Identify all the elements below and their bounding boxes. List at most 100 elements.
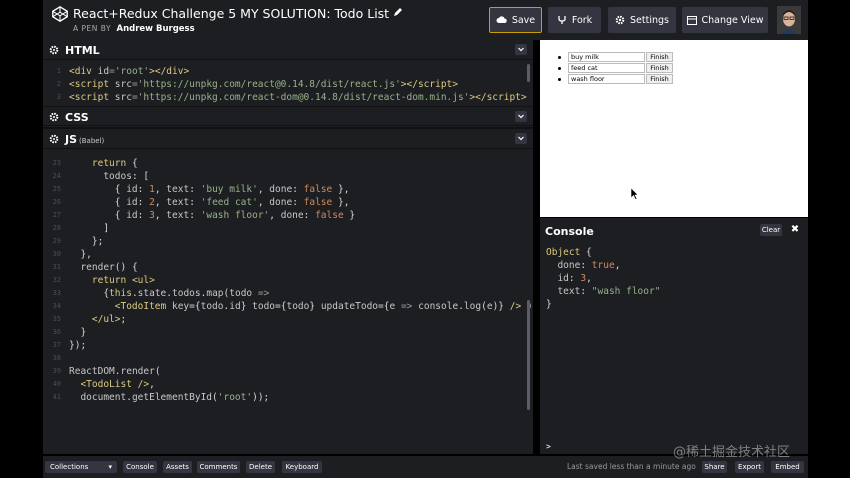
assets-button[interactable]: Assets bbox=[163, 461, 192, 473]
watermark-text: @稀土掘金技术社区 bbox=[673, 445, 791, 460]
fork-button[interactable]: Fork bbox=[548, 7, 601, 33]
keyboard-shortcuts-button[interactable]: Keyboard bbox=[282, 461, 322, 473]
console-output-line: Object { bbox=[546, 247, 592, 258]
last-saved-status: Last saved less than a minute ago bbox=[567, 462, 696, 471]
line-number: 34 bbox=[52, 302, 61, 310]
save-label: Save bbox=[511, 14, 536, 26]
html-code-area[interactable]: 1 <div id='root'></div> 2 <script src='http… bbox=[43, 60, 533, 104]
todo-text-input[interactable]: feed cat bbox=[568, 63, 645, 73]
line-number: 32 bbox=[52, 276, 61, 284]
collections-label: Collections bbox=[50, 463, 89, 471]
delete-button[interactable]: Delete bbox=[246, 461, 275, 473]
settings-label: Settings bbox=[630, 14, 669, 26]
js-code-line: 28 ] bbox=[43, 222, 533, 235]
todo-item: wash floor Finish bbox=[558, 74, 673, 84]
share-button[interactable]: Share bbox=[702, 461, 727, 473]
js-scrollbar[interactable] bbox=[527, 300, 530, 410]
js-code-line: 35 </ul>; bbox=[43, 313, 533, 326]
settings-button[interactable]: Settings bbox=[608, 7, 676, 33]
html-code-line: 2 <script src='https://unpkg.com/react@0.… bbox=[43, 78, 533, 91]
user-avatar[interactable] bbox=[777, 6, 801, 34]
finish-button[interactable]: Finish bbox=[646, 52, 673, 62]
save-button[interactable]: Save bbox=[489, 7, 542, 33]
code-text: ] bbox=[69, 223, 110, 234]
html-scrollbar[interactable] bbox=[527, 64, 530, 82]
js-code-line: 40 <TodoList />, bbox=[43, 378, 533, 391]
pen-title[interactable]: React+Redux Challenge 5 MY SOLUTION: Tod… bbox=[73, 6, 389, 21]
layout-icon bbox=[686, 15, 697, 25]
html-collapse-chevron-down-icon[interactable] bbox=[515, 44, 527, 55]
code-text: return <ul> bbox=[91, 275, 155, 286]
finish-button[interactable]: Finish bbox=[646, 63, 673, 73]
js-code-line: 36 } bbox=[43, 326, 533, 339]
pen-header: React+Redux Challenge 5 MY SOLUTION: Tod… bbox=[43, 0, 808, 40]
js-code-line: 37}); bbox=[43, 339, 533, 352]
editors-column: HTML 1 <div id='root'></div> 2 <script src=… bbox=[43, 40, 533, 454]
fork-icon bbox=[558, 16, 566, 24]
console-clear-button[interactable]: Clear bbox=[760, 224, 782, 236]
js-code-line: 25 { id: 1, text: 'buy milk', done: fals… bbox=[43, 183, 533, 196]
result-preview: buy milk Finish feed cat Finish wash flo… bbox=[540, 40, 808, 217]
console-prompt-input[interactable]: > bbox=[546, 442, 551, 451]
code-text: ReactDOM.render( bbox=[69, 366, 161, 377]
line-number: 35 bbox=[52, 315, 61, 323]
code-text: }); bbox=[69, 340, 87, 351]
export-button[interactable]: Export bbox=[735, 461, 764, 473]
pencil-edit-icon[interactable] bbox=[393, 7, 403, 17]
code-text: {this.state.todos.map(todo => bbox=[69, 288, 270, 299]
code-text: { id: 1, text: 'buy milk', done: false }… bbox=[69, 184, 350, 195]
console-output-line: text: "wash floor" bbox=[557, 286, 661, 297]
line-number: 2 bbox=[56, 80, 61, 88]
mouse-cursor-icon bbox=[631, 188, 639, 200]
console-toggle-button[interactable]: Console bbox=[123, 461, 157, 473]
collections-dropdown[interactable]: Collections ▾ bbox=[45, 461, 117, 473]
codepen-logo-icon[interactable] bbox=[51, 5, 69, 23]
todo-item: buy milk Finish bbox=[558, 52, 673, 62]
js-title-text: JS bbox=[65, 133, 78, 146]
line-number: 23 bbox=[52, 159, 61, 167]
todo-item: feed cat Finish bbox=[558, 63, 673, 73]
line-number: 39 bbox=[52, 367, 61, 375]
code-text: { id: 2, text: 'feed cat', done: false }… bbox=[69, 197, 350, 208]
caret-down-icon: ▾ bbox=[108, 463, 112, 471]
js-code-area[interactable]: 23 return {24 todos: [25 { id: 1, text: … bbox=[43, 152, 533, 454]
line-number: 37 bbox=[52, 341, 61, 349]
bullet bbox=[558, 66, 561, 70]
js-code-line: 23 return { bbox=[43, 157, 533, 170]
code-text: todos: [ bbox=[103, 171, 150, 182]
code-text: </ul>; bbox=[91, 314, 127, 325]
code-text: } bbox=[69, 327, 87, 338]
js-settings-gear-icon[interactable] bbox=[49, 134, 59, 144]
html-code-line: 1 <div id='root'></div> bbox=[43, 65, 533, 78]
gear-icon bbox=[615, 15, 625, 25]
comments-button[interactable]: Comments bbox=[197, 461, 240, 473]
embed-button[interactable]: Embed bbox=[771, 461, 804, 473]
code-text: { id: 3, text: 'wash floor', done: false… bbox=[69, 210, 356, 221]
js-collapse-chevron-down-icon[interactable] bbox=[515, 133, 527, 144]
code-text: <TodoList />, bbox=[80, 379, 155, 390]
line-number: 40 bbox=[52, 380, 61, 388]
js-code-line: 34 <TodoItem key={todo.id} todo={todo} u… bbox=[43, 300, 533, 313]
js-code-line: 39 ReactDOM.render( bbox=[43, 365, 533, 378]
line-number: 41 bbox=[52, 393, 61, 401]
close-console-icon[interactable]: ✖ bbox=[790, 224, 800, 236]
change-view-button[interactable]: Change View bbox=[682, 7, 768, 33]
finish-button[interactable]: Finish bbox=[646, 74, 673, 84]
line-number: 1 bbox=[56, 67, 61, 75]
code-text: <script src='https://unpkg.com/react-dom… bbox=[69, 92, 527, 103]
js-code-line: 33 {this.state.todos.map(todo => bbox=[43, 287, 533, 300]
code-text: <script src='https://unpkg.com/react@0.1… bbox=[69, 79, 458, 90]
line-number: 27 bbox=[52, 211, 61, 219]
by-label: A PEN BY bbox=[73, 24, 112, 33]
author-name[interactable]: Andrew Burgess bbox=[116, 24, 194, 34]
html-settings-gear-icon[interactable] bbox=[49, 45, 59, 55]
css-settings-gear-icon[interactable] bbox=[49, 112, 59, 122]
console-output-line: id: 3, bbox=[557, 273, 592, 284]
console-title: Console bbox=[545, 225, 594, 238]
console-output-line: } bbox=[546, 299, 552, 310]
todo-text-input[interactable]: wash floor bbox=[568, 74, 645, 84]
code-text: document.getElementById('root')); bbox=[80, 392, 270, 403]
html-editor-title: HTML bbox=[65, 44, 100, 57]
css-collapse-chevron-down-icon[interactable] bbox=[515, 111, 527, 122]
todo-text-input[interactable]: buy milk bbox=[568, 52, 645, 62]
